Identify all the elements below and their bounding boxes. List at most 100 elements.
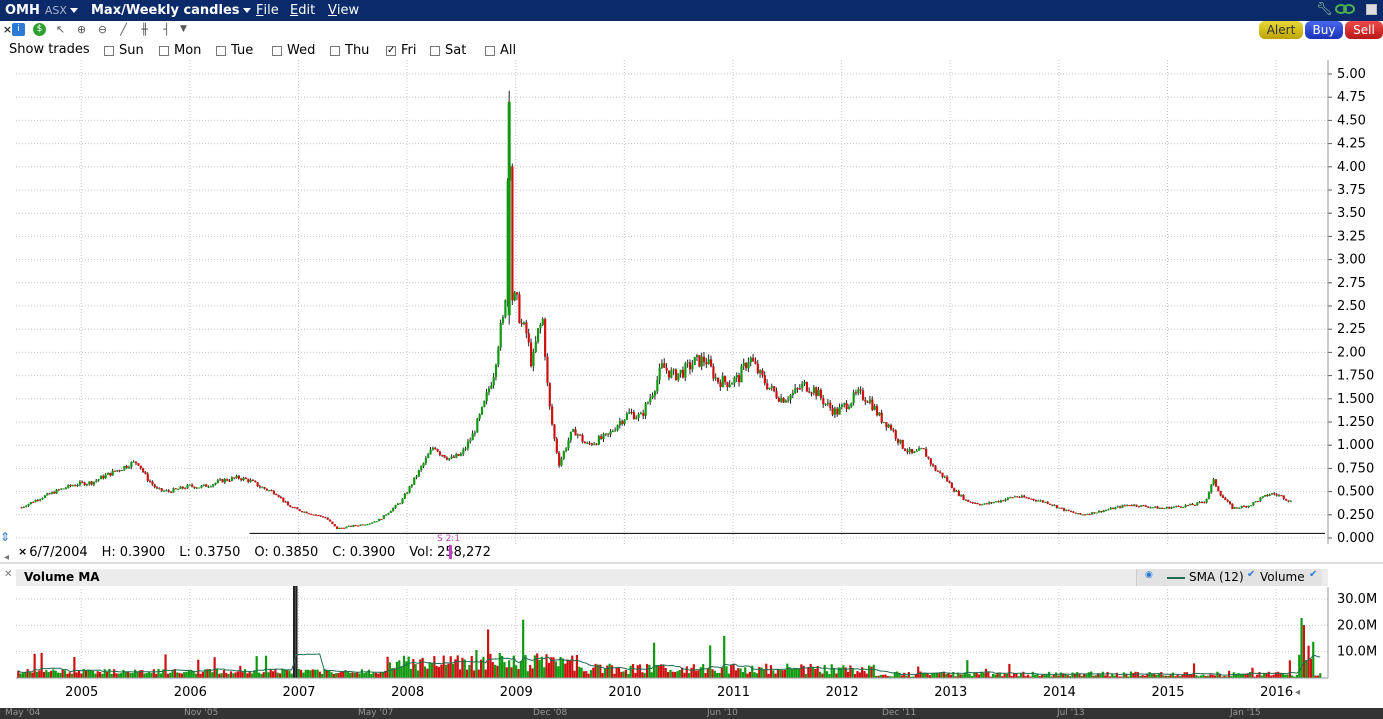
- candle-body: [817, 389, 820, 397]
- volume-bar: [40, 652, 43, 678]
- volume-bar: [973, 672, 976, 678]
- candle-body: [289, 505, 292, 508]
- volume-bar: [739, 668, 742, 678]
- split-marker-flag[interactable]: [449, 545, 452, 559]
- volume-bar: [176, 672, 179, 678]
- candle-body: [843, 403, 846, 405]
- volume-bar: [1048, 671, 1051, 678]
- candle-body: [380, 519, 383, 521]
- volume-bar: [872, 664, 875, 678]
- time-axis: 2005 2006 2007 2008 2009 2010 2011 2012 2013 2014…: [65, 685, 1293, 700]
- volume-bar: [1288, 660, 1291, 678]
- volume-bar: [489, 653, 492, 678]
- candle-body: [205, 484, 208, 487]
- candle-body: [1193, 505, 1197, 507]
- candle-body: [579, 434, 582, 436]
- candle-body: [22, 506, 25, 508]
- candle-body: [976, 503, 979, 505]
- volume-bar: [853, 674, 857, 678]
- price-tick-label: 4.00: [1337, 160, 1366, 175]
- timeline-navigator[interactable]: May '04 Nov '05 May '07 Dec '08 Jun '10 Dec '…: [0, 708, 1383, 719]
- volume-bar: [830, 664, 833, 678]
- price-chart[interactable]: 5.00 4.75 4.50 4.25 4.00 3.75 3.50 3.25 3.00 2.75…: [0, 0, 1383, 708]
- candle-body: [665, 367, 668, 371]
- volume-bar: [377, 673, 380, 678]
- candle-body: [420, 466, 423, 471]
- volume-bar: [1171, 672, 1175, 678]
- settings-icon[interactable]: ◉: [1145, 570, 1153, 580]
- candle-body: [326, 517, 329, 520]
- candle-body: [459, 453, 463, 456]
- candle-body: [978, 504, 982, 506]
- candle-body: [1098, 510, 1101, 513]
- candle-body: [148, 480, 152, 482]
- volume-bar: [1209, 674, 1212, 678]
- candle-body: [551, 406, 554, 425]
- candle-body: [371, 522, 374, 524]
- volume-bar: [330, 672, 333, 678]
- volume-bar: [1160, 672, 1163, 678]
- candle-body: [200, 485, 203, 488]
- volume-bar: [337, 673, 340, 678]
- candle-body: [230, 477, 234, 481]
- candle-body: [518, 294, 521, 323]
- candle-body: [50, 492, 54, 494]
- volume-bar: [896, 671, 899, 678]
- candle-body: [1091, 512, 1094, 515]
- candle-body: [840, 404, 844, 407]
- candle-body: [429, 449, 432, 455]
- volume-bar: [610, 665, 614, 678]
- volume-bar: [314, 669, 317, 678]
- candle-body: [43, 495, 47, 499]
- volume-bar: [643, 673, 646, 678]
- volume-legend-label[interactable]: Volume: [1260, 570, 1305, 584]
- volume-bar: [75, 672, 78, 678]
- close-icon[interactable]: ×: [18, 545, 27, 560]
- scroll-right-icon[interactable]: ◂: [1295, 687, 1300, 698]
- volume-bar: [564, 663, 567, 678]
- candle-body: [1013, 496, 1017, 498]
- navigator-label: Jul '13: [1057, 708, 1085, 718]
- check-icon[interactable]: ✔: [1247, 569, 1255, 580]
- volume-bar: [580, 667, 583, 678]
- volume-bar: [1076, 672, 1079, 678]
- candle-body: [642, 413, 645, 416]
- volume-bar: [615, 667, 618, 678]
- candle-body: [499, 323, 502, 348]
- candle-body: [808, 391, 811, 393]
- volume-bar: [538, 659, 541, 678]
- price-plot-area: [16, 60, 1328, 544]
- candle-body: [544, 319, 547, 357]
- volume-bar: [519, 661, 522, 678]
- check-icon[interactable]: ✔: [1309, 569, 1317, 580]
- candle-body: [25, 506, 28, 508]
- candle-body: [859, 389, 862, 391]
- sma-legend-label[interactable]: SMA (12): [1189, 570, 1244, 584]
- candle-body: [894, 430, 897, 439]
- expand-icon[interactable]: ⇕: [0, 530, 10, 544]
- candle-body: [990, 502, 993, 504]
- split-marker-label[interactable]: S 2:1: [437, 534, 460, 544]
- volume-bar: [288, 670, 291, 678]
- candle-body: [74, 485, 77, 487]
- candle-body: [861, 390, 865, 400]
- candle-body: [1144, 505, 1147, 507]
- candle-body: [985, 503, 989, 505]
- candle-body: [1163, 508, 1166, 510]
- volume-bar: [631, 664, 635, 678]
- volume-bar: [101, 673, 104, 678]
- candle-body: [904, 448, 907, 451]
- candle-body: [798, 388, 802, 390]
- volume-bar: [316, 669, 319, 678]
- volume-bar: [725, 666, 728, 678]
- price-tick-label: 2.50: [1337, 299, 1366, 314]
- volume-bar: [194, 673, 198, 678]
- price-tick-label: 1.000: [1337, 438, 1374, 453]
- candle-body: [385, 514, 388, 516]
- volume-bar: [636, 665, 639, 678]
- candle-body: [392, 508, 395, 512]
- left-arrow-icon[interactable]: ◂: [4, 552, 9, 563]
- candle-body: [922, 448, 925, 450]
- volume-bar: [325, 670, 328, 678]
- close-icon[interactable]: ✕: [4, 569, 12, 580]
